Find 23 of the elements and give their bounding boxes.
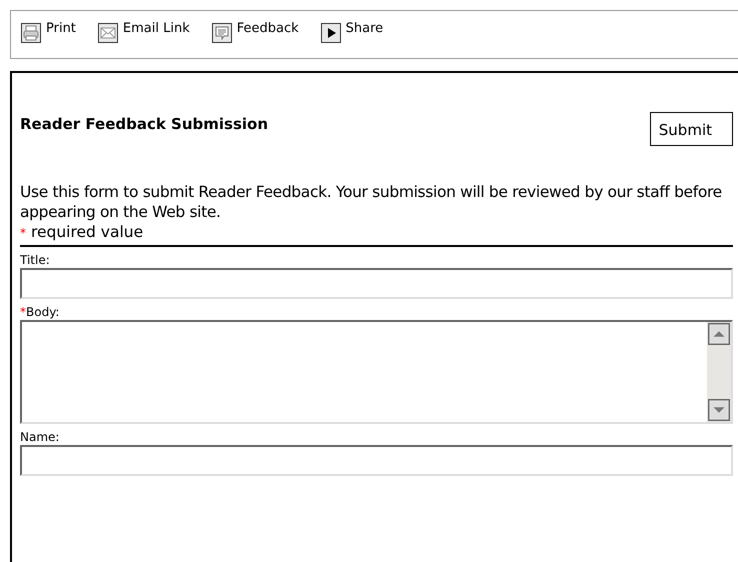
toolbar-link[interactable]: Feedback bbox=[212, 21, 299, 43]
scrollbar[interactable] bbox=[707, 322, 731, 422]
toolbar-link[interactable]: Email Link bbox=[98, 21, 190, 43]
text-area[interactable] bbox=[20, 320, 733, 424]
field-label: Title: bbox=[20, 253, 50, 267]
envelope-icon bbox=[98, 23, 118, 43]
scroll-up-icon[interactable] bbox=[708, 323, 730, 345]
play-icon bbox=[320, 23, 341, 43]
comment-icon bbox=[212, 23, 232, 43]
form-title: Reader Feedback Submission bbox=[20, 114, 268, 134]
input-field[interactable] bbox=[20, 445, 733, 476]
required-mark: * bbox=[20, 305, 26, 319]
submit-button[interactable]: Submit bbox=[650, 112, 733, 146]
field-label: Body: bbox=[26, 305, 60, 319]
required-note: required value bbox=[30, 223, 144, 241]
toolbar-link[interactable]: Print bbox=[21, 21, 76, 43]
scroll-down-icon[interactable] bbox=[708, 399, 730, 421]
toolbar-link[interactable]: Share bbox=[320, 21, 384, 43]
field-label: Name: bbox=[20, 430, 60, 444]
printer-icon bbox=[21, 23, 41, 43]
intro-text: Use this form to submit Reader Feedback. Your submission will be reviewed by our staff before appearing on the Web site. bbox=[20, 182, 723, 222]
input-field[interactable] bbox=[20, 268, 733, 299]
required-mark: * bbox=[20, 226, 26, 240]
